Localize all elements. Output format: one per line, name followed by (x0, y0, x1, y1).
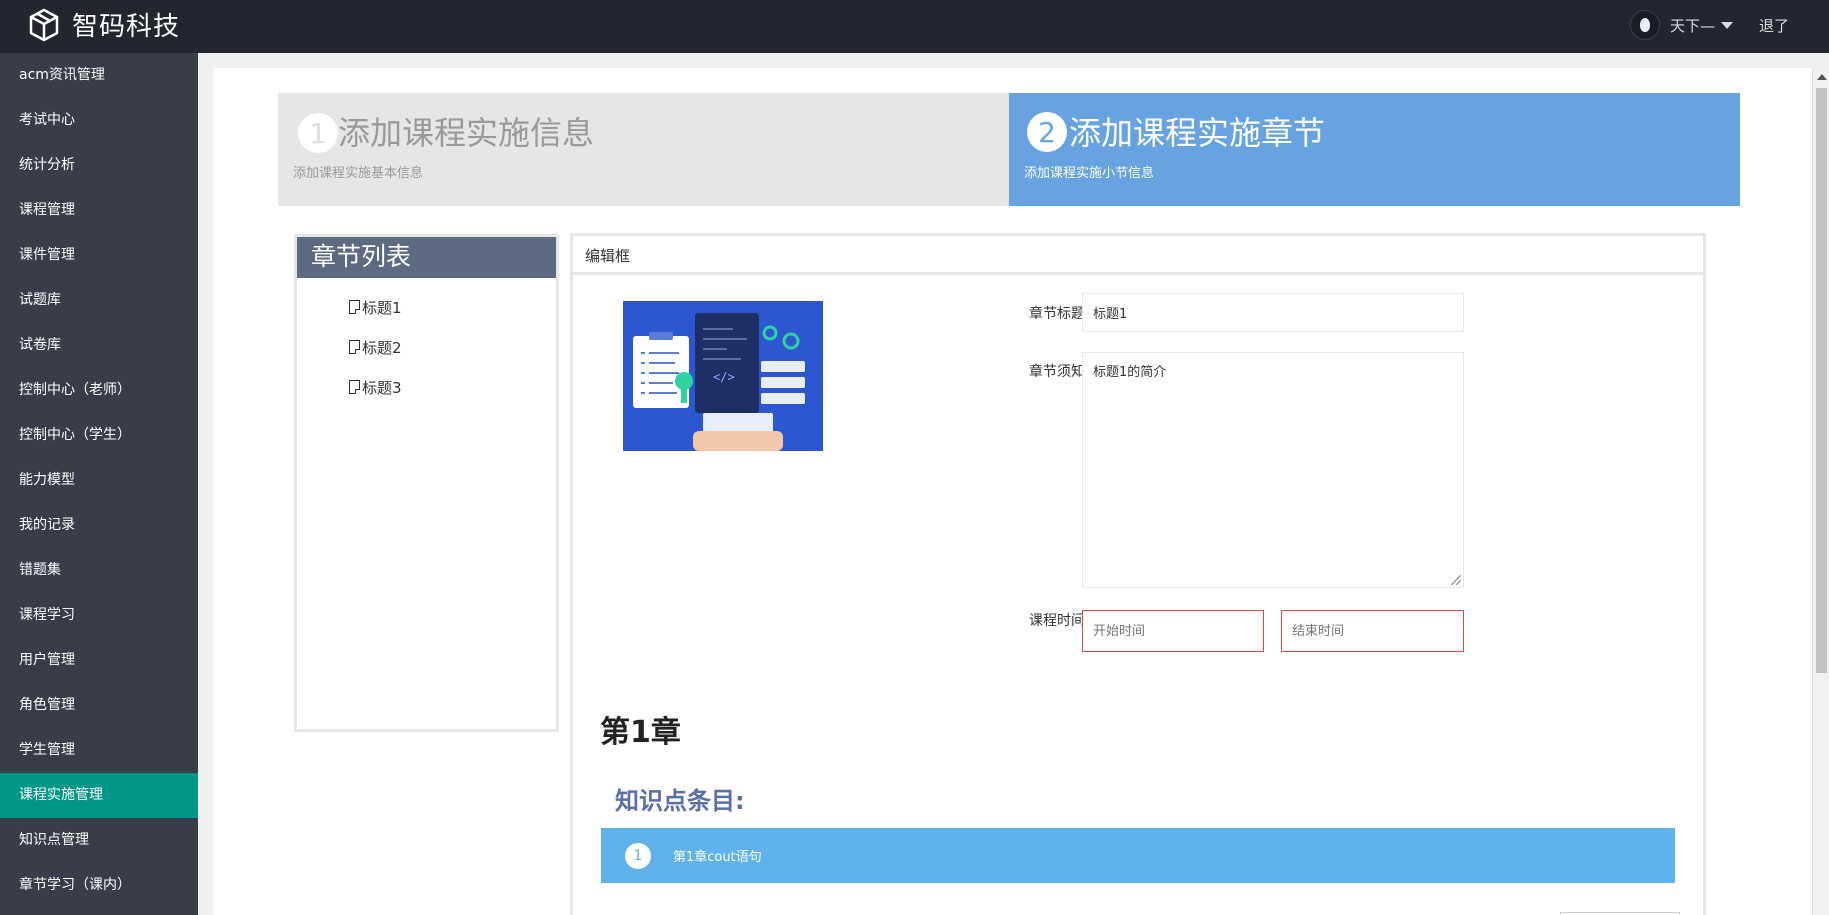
sidebar-item-ability-model[interactable]: 能力模型 (0, 458, 198, 503)
sidebar-item-course-implementation[interactable]: 课程实施管理 (0, 773, 198, 818)
chapter-notice-label: 章节须知 (1029, 364, 1085, 380)
sidebar-item-paper-bank[interactable]: 试卷库 (0, 323, 198, 368)
chapter-notice-textarea[interactable]: 标题1的简介 (1082, 352, 1464, 588)
course-time-label: 课程时间 (1029, 613, 1085, 629)
sidebar-item-course-learning[interactable]: 课程学习 (0, 593, 198, 638)
user-menu[interactable]: 天下— 退了 (1629, 10, 1789, 40)
knowledge-points-title: 知识点条目: (615, 787, 745, 815)
sidebar-item-acm-news[interactable]: acm资讯管理 (0, 53, 198, 98)
scroll-thumb[interactable] (1816, 88, 1827, 673)
chapter-list-item[interactable]: 标题1 (297, 287, 556, 327)
chapter-list-item[interactable]: 标题3 (297, 367, 556, 407)
sidebar-item-control-student[interactable]: 控制中心（学生） (0, 413, 198, 458)
chapter-title-input[interactable] (1082, 293, 1464, 332)
sidebar-item-my-records[interactable]: 我的记录 (0, 503, 198, 548)
step-subtitle: 添加课程实施小节信息 (1024, 166, 1155, 181)
sidebar-item-statistics[interactable]: 统计分析 (0, 143, 198, 188)
top-header: 智码科技 天下— 退了 (0, 0, 1829, 53)
resize-grip-icon[interactable] (1451, 575, 1461, 585)
coding-illustration-image: </> (623, 301, 823, 451)
end-time-input[interactable] (1281, 610, 1464, 652)
chapter-list-title: 章节列表 (297, 237, 556, 278)
sidebar-item-student-management[interactable]: 学生管理 (0, 728, 198, 773)
page-scrollbar[interactable] (1812, 68, 1829, 915)
editor-title: 编辑框 (573, 236, 1703, 275)
chapter-heading: 第1章 (600, 715, 681, 750)
chapter-item-label: 标题3 (362, 378, 402, 397)
chevron-down-icon[interactable] (1720, 21, 1733, 29)
sidebar: acm资讯管理 考试中心 统计分析 课程管理 课件管理 试题库 试卷库 控制中心… (0, 53, 198, 915)
chapter-item-label: 标题2 (362, 338, 402, 357)
start-time-input[interactable] (1082, 610, 1264, 652)
chapter-title-label: 章节标题 (1029, 306, 1085, 322)
sidebar-item-question-bank[interactable]: 试题库 (0, 278, 198, 323)
sidebar-item-wrong-questions[interactable]: 错题集 (0, 548, 198, 593)
step-title: 添加课程实施章节 (1069, 114, 1326, 152)
sidebar-item-chapter-learning[interactable]: 章节学习（课内） (0, 863, 198, 908)
sidebar-item-exam-center[interactable]: 考试中心 (0, 98, 198, 143)
file-icon (349, 380, 360, 394)
sidebar-item-courseware[interactable]: 课件管理 (0, 233, 198, 278)
sidebar-item-knowledge-points[interactable]: 知识点管理 (0, 818, 198, 863)
brand-logo[interactable]: 智码科技 (26, 6, 180, 43)
file-icon (349, 340, 360, 354)
step-title: 添加课程实施信息 (338, 114, 595, 152)
chapter-item-label: 标题1 (362, 298, 402, 317)
username[interactable]: 天下— (1670, 15, 1715, 36)
cube-logo-icon (29, 8, 59, 41)
sidebar-item-course-management[interactable]: 课程管理 (0, 188, 198, 233)
chapter-list-item[interactable]: 标题2 (297, 327, 556, 367)
file-icon (349, 300, 360, 314)
chapter-notice-value: 标题1的简介 (1093, 365, 1167, 380)
logout-link[interactable]: 退了 (1759, 15, 1789, 36)
sidebar-item-control-teacher[interactable]: 控制中心（老师） (0, 368, 198, 413)
avatar[interactable] (1629, 10, 1660, 40)
step-number: 2 (1027, 112, 1067, 152)
knowledge-point-item[interactable]: 1 第1章cout语句 (601, 828, 1675, 883)
knowledge-point-text: 第1章cout语句 (673, 850, 762, 865)
knowledge-point-number: 1 (625, 842, 651, 869)
step-1-basic-info[interactable]: 1 添加课程实施信息 添加课程实施基本信息 (278, 93, 1009, 206)
svg-text:</>: </> (713, 370, 735, 384)
step-number: 1 (298, 113, 338, 153)
chapter-list-panel: 章节列表 标题1 标题2 标题3 (294, 234, 559, 732)
step-subtitle: 添加课程实施基本信息 (293, 166, 424, 181)
step-2-chapters[interactable]: 2 添加课程实施章节 添加课程实施小节信息 (1009, 93, 1740, 206)
sidebar-item-role-management[interactable]: 角色管理 (0, 683, 198, 728)
brand-name: 智码科技 (72, 12, 181, 42)
editor-panel: 编辑框 </> 章节标题 章节须知 (570, 233, 1706, 915)
sidebar-item-user-management[interactable]: 用户管理 (0, 638, 198, 683)
scroll-up-icon[interactable] (1817, 74, 1827, 80)
